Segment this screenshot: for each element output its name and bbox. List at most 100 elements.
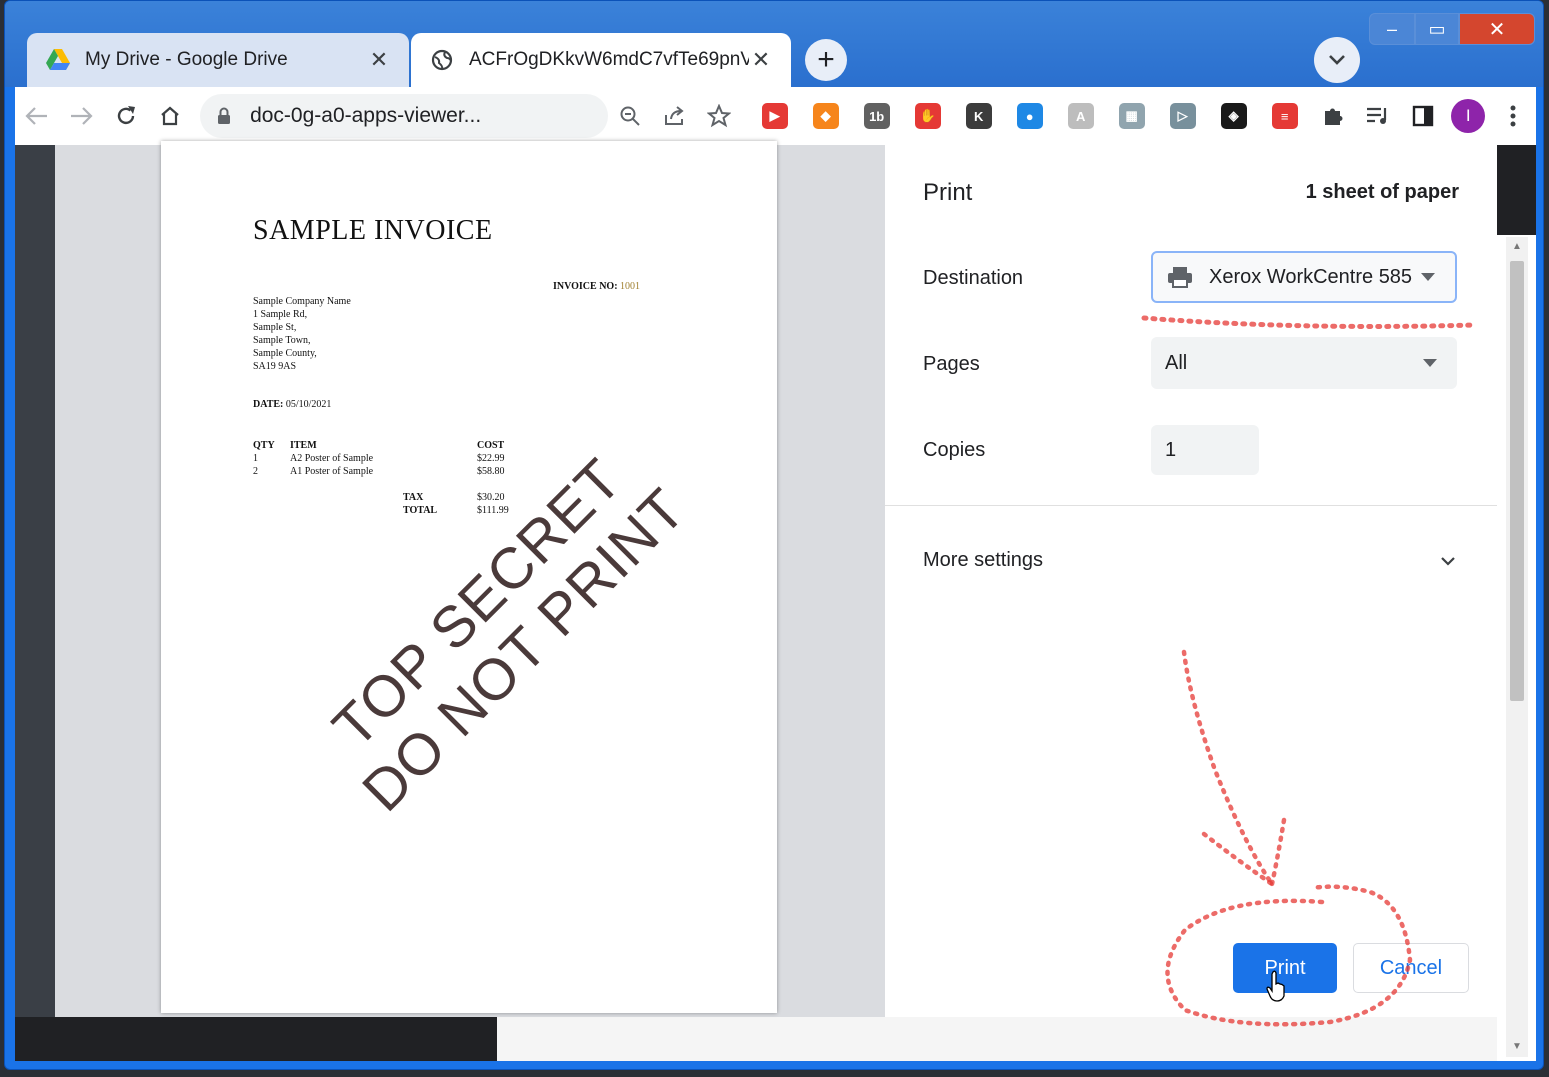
plus-icon: +	[817, 43, 835, 76]
address-line: SA19 9AS	[253, 361, 297, 372]
scrollbar-thumb[interactable]	[1510, 261, 1524, 701]
more-settings-label: More settings	[923, 549, 1044, 571]
mouse-cursor-icon	[1266, 970, 1285, 1002]
invoice-number: INVOICE NO: 1001	[553, 281, 640, 292]
address-line: Sample St,	[253, 322, 297, 333]
kebab-menu-icon	[1510, 105, 1516, 127]
1b-extension-button[interactable]: 1b	[851, 91, 902, 141]
video-extension-icon: ▷	[1169, 103, 1196, 129]
tax-value: $30.20	[477, 492, 505, 503]
header-item: ITEM	[290, 440, 317, 451]
menu-button[interactable]	[1491, 91, 1536, 141]
1b-extension-icon: 1b	[863, 103, 890, 129]
browser-window: My Drive - Google Drive ✕ ACFrOgDKkvW6md…	[4, 0, 1544, 1070]
grey-tile-extension-icon: A	[1067, 103, 1094, 129]
minimize-button[interactable]: –	[1369, 13, 1415, 45]
puzzle-icon	[1324, 108, 1343, 125]
dropdown-caret-icon	[1423, 359, 1437, 367]
table-row: 1 A2 Poster of Sample $22.99	[253, 452, 553, 465]
maximize-button[interactable]: ▭	[1415, 13, 1459, 45]
cell-qty: 2	[253, 466, 258, 477]
metamask-extension-button[interactable]: ◆	[800, 91, 851, 141]
bookmark-button[interactable]	[697, 94, 741, 138]
k-extension-icon: K	[965, 103, 992, 129]
destination-value: Xerox WorkCentre 585	[1209, 265, 1413, 288]
screenshot-extension-icon: ▦	[1118, 103, 1145, 129]
binance-extension-button[interactable]: ◈	[1208, 91, 1259, 141]
close-window-button[interactable]: ✕	[1459, 13, 1535, 45]
screenshot-extension-button[interactable]: ▦	[1106, 91, 1157, 141]
destination-select[interactable]: Xerox WorkCentre 585	[1151, 251, 1457, 303]
scroll-up-icon[interactable]: ▲	[1511, 241, 1523, 253]
header-qty: QTY	[253, 440, 275, 451]
company-address: Sample Company Name 1 Sample Rd, Sample …	[253, 295, 351, 373]
cancel-button[interactable]: Cancel	[1353, 943, 1469, 993]
home-icon	[161, 106, 179, 126]
invoice-title: SAMPLE INVOICE	[253, 215, 493, 246]
adblock-extension-icon: ✋	[914, 103, 941, 129]
adblock-extension-button[interactable]: ✋	[902, 91, 953, 141]
close-tab-icon[interactable]: ✕	[367, 47, 391, 72]
print-title: Print	[923, 179, 973, 206]
total-label: TOTAL	[403, 505, 438, 516]
pages-select[interactable]: All	[1151, 337, 1457, 389]
background-right-area	[1497, 145, 1536, 235]
share-button[interactable]	[653, 94, 697, 138]
more-settings-toggle[interactable]: More settings	[923, 549, 1457, 572]
address-line: Sample Town,	[253, 335, 311, 346]
address-line: 1 Sample Rd,	[253, 309, 308, 320]
reload-button[interactable]	[104, 91, 148, 141]
grey-tile-extension-button[interactable]: A	[1055, 91, 1106, 141]
copies-input[interactable]: 1	[1151, 425, 1259, 475]
cell-cost: $22.99	[477, 453, 505, 464]
arrow-left-icon	[25, 107, 48, 125]
chevron-down-icon	[1329, 55, 1345, 65]
blue-circle-extension-button[interactable]: ●	[1004, 91, 1055, 141]
total-value: $111.99	[477, 505, 509, 516]
tab-google-drive[interactable]: My Drive - Google Drive ✕	[27, 33, 409, 87]
address-line: Sample Company Name	[253, 296, 351, 307]
scroll-down-icon[interactable]: ▼	[1511, 1041, 1523, 1053]
tax-row: TAX $30.20	[403, 491, 505, 504]
sheet-count: 1 sheet of paper	[1305, 181, 1459, 203]
video-extension-button[interactable]: ▷	[1157, 91, 1208, 141]
profile-button[interactable]: I	[1446, 91, 1491, 141]
url-text: doc-0g-a0-apps-viewer...	[250, 104, 482, 127]
zoom-icon	[620, 106, 641, 126]
forward-button[interactable]	[59, 91, 103, 141]
header-cost: COST	[477, 440, 505, 451]
table-row: 2 A1 Poster of Sample $58.80	[253, 465, 553, 478]
tab-search-button[interactable]	[1314, 37, 1360, 83]
tab-document[interactable]: ACFrOgDKkvW6mdC7vfTe69pnV ✕	[411, 33, 791, 87]
share-icon	[664, 106, 684, 125]
reload-icon	[117, 106, 135, 125]
arrow-right-icon	[71, 107, 93, 125]
new-tab-button[interactable]: +	[805, 39, 847, 81]
dropdown-caret-icon	[1421, 273, 1435, 281]
invoice-number-value: 1001	[620, 281, 641, 292]
side-panel-button[interactable]	[1400, 91, 1445, 141]
preview-page: SAMPLE INVOICE INVOICE NO: 1001 Sample C…	[161, 141, 777, 1013]
address-bar[interactable]: doc-0g-a0-apps-viewer...	[200, 94, 609, 138]
invoice-totals: TAX $30.20 TOTAL $111.99	[403, 491, 509, 517]
extensions-button[interactable]	[1310, 91, 1355, 141]
invoice-number-label: INVOICE NO:	[553, 281, 618, 292]
zoom-button[interactable]	[608, 94, 652, 138]
cell-item: A2 Poster of Sample	[290, 453, 374, 464]
fastforward-extension-button[interactable]: ▶	[749, 91, 800, 141]
fastforward-extension-icon: ▶	[761, 103, 788, 129]
background-dark-area	[15, 1017, 497, 1061]
red-stripes-extension-icon: ≡	[1271, 103, 1298, 129]
metamask-extension-icon: ◆	[812, 103, 839, 129]
scrollbar[interactable]: ▲ ▼	[1506, 237, 1528, 1057]
google-drive-icon	[45, 47, 71, 73]
close-tab-icon[interactable]: ✕	[749, 47, 773, 72]
home-button[interactable]	[148, 91, 192, 141]
red-stripes-extension-button[interactable]: ≡	[1259, 91, 1310, 141]
k-extension-button[interactable]: K	[953, 91, 1004, 141]
back-button[interactable]	[15, 91, 59, 141]
pages-value: All	[1165, 351, 1188, 374]
extensions-bar: ▶ ◆ 1b ✋ K ● A ▦ ▷ ◈ ≡	[749, 91, 1310, 141]
tax-label: TAX	[403, 492, 424, 503]
reading-list-button[interactable]	[1355, 91, 1400, 141]
